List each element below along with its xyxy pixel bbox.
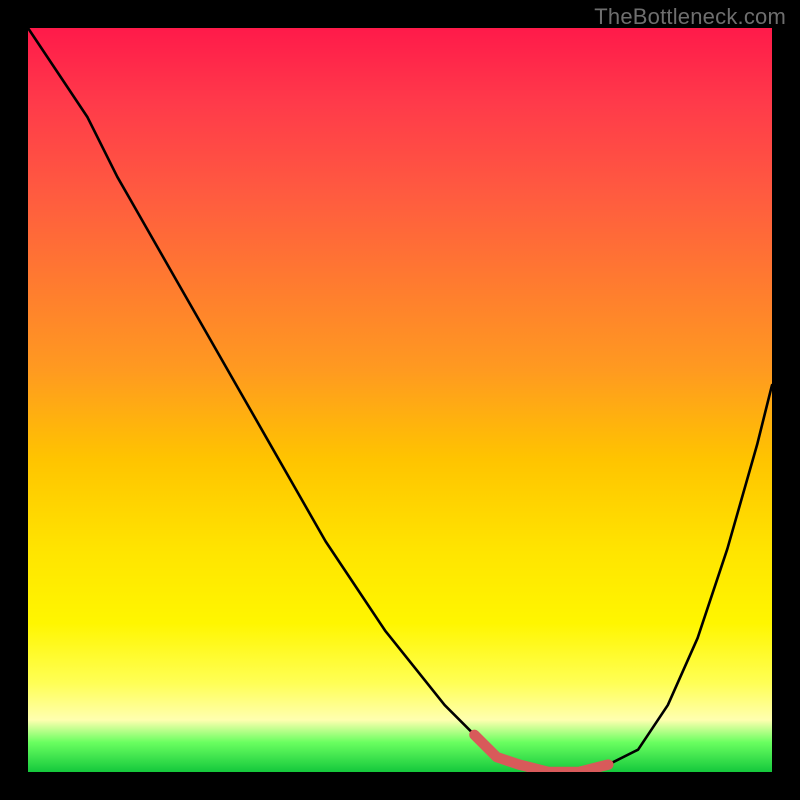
optimal-zone-path — [474, 735, 608, 772]
chart-frame: TheBottleneck.com — [0, 0, 800, 800]
watermark-label: TheBottleneck.com — [594, 4, 786, 30]
plot-area — [28, 28, 772, 772]
bottleneck-curve-svg — [28, 28, 772, 772]
bottleneck-curve-path — [28, 28, 772, 772]
